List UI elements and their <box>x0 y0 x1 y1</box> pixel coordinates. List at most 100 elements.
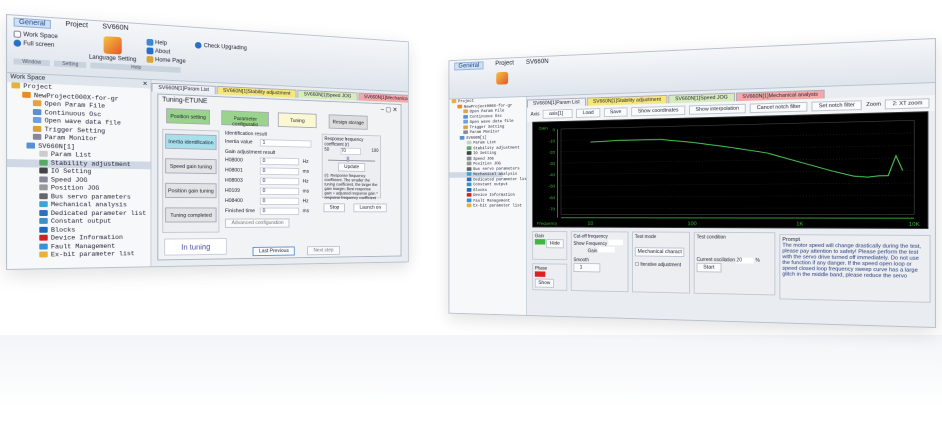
next-button[interactable]: Next step <box>307 245 340 256</box>
work-space-toggle[interactable]: Work Space <box>13 30 58 40</box>
gain-value[interactable]: 0 <box>259 156 300 165</box>
gain-value[interactable]: 0 <box>259 166 300 175</box>
tree-item-label: Ex-bit parameter list <box>50 250 135 259</box>
gridline <box>561 133 914 140</box>
tree-node-icon <box>39 201 48 208</box>
gain-color-select[interactable] <box>534 239 546 245</box>
test-mode-select[interactable]: Mechanical charact <box>634 247 685 257</box>
gain-value[interactable]: 0 <box>259 207 300 215</box>
tree-node-icon <box>466 187 472 192</box>
ribbon-tab-general[interactable]: General <box>454 61 484 71</box>
start-button[interactable]: Start <box>696 262 722 273</box>
inertia-input[interactable]: 1 <box>259 138 312 148</box>
info-icon <box>146 47 154 55</box>
document-tab[interactable]: SV660N[1]Speed JOG <box>297 89 358 101</box>
tree-item[interactable]: Mechanical analysis <box>7 201 150 210</box>
gain-name: H08001 <box>224 167 243 174</box>
mechanical-analysis-window: General Project SV660N Project NewProject… <box>448 38 936 328</box>
x-axis-label: Frequency <box>537 221 558 227</box>
help-label: Help <box>155 39 168 47</box>
gain-name: H08000 <box>224 157 243 163</box>
save-button[interactable]: Save <box>603 107 628 118</box>
show-coordinates-button[interactable]: Show coordinates <box>631 105 686 117</box>
tree-item-label: Mechanical analysis <box>473 171 518 177</box>
home-page-button[interactable]: Home Page <box>146 55 186 65</box>
tree-node-icon <box>466 156 472 161</box>
response-slider[interactable] <box>327 156 376 162</box>
response-note: (r): Response frequency coefficient. The… <box>324 172 378 201</box>
hide-gain-button[interactable]: Hide <box>546 239 564 249</box>
iterative-checkbox[interactable]: ☐ Iterative adjustment <box>635 262 687 268</box>
cutoff-gain-input[interactable] <box>598 246 615 253</box>
ribbon-tab-device[interactable]: SV660N <box>526 58 549 67</box>
advanced-config-button[interactable]: Advanced configuration <box>224 218 290 228</box>
tree-item-label: IO Setting <box>473 150 497 156</box>
tree-node-icon <box>26 142 36 149</box>
language-icon[interactable] <box>496 71 509 85</box>
gain-value[interactable]: 0 <box>259 187 300 195</box>
step-position-setting: Position setting <box>166 108 211 125</box>
gain-value[interactable]: 0 <box>259 197 300 205</box>
iterative-label: Iterative adjustment <box>640 262 681 269</box>
zoom-select[interactable]: 2: XT zoom <box>885 98 931 110</box>
smooth-spinner[interactable]: 1 <box>573 262 601 273</box>
phase-color-select[interactable] <box>534 271 546 277</box>
window-controls[interactable]: – ▢ ✕ <box>381 106 398 114</box>
check-icon <box>13 30 22 38</box>
ribbon-tab-general[interactable]: General <box>13 17 51 29</box>
gridline <box>561 195 914 197</box>
update-button[interactable]: Update <box>338 162 366 172</box>
launch-button[interactable]: Launch on <box>353 203 387 213</box>
load-button[interactable]: Load <box>576 108 600 118</box>
close-icon[interactable]: ✕ <box>143 81 148 87</box>
about-button[interactable]: About <box>146 47 185 56</box>
work-space-label: Work Space <box>23 31 58 40</box>
gain-unit: ms <box>302 168 310 175</box>
check-upgrade-button[interactable]: Check Upgrading <box>195 41 247 52</box>
show-cutoff-checkbox[interactable]: Show <box>573 241 584 247</box>
ribbon-tab-device[interactable]: SV660N <box>102 23 128 33</box>
x-tick-label: 10K <box>909 222 920 228</box>
set-notch-button[interactable]: Set notch filter <box>811 100 863 112</box>
tree-node-icon <box>451 99 457 104</box>
help-button[interactable]: Help <box>146 38 185 48</box>
current-osc-input[interactable]: 20 <box>736 257 755 264</box>
ribbon-tab-project[interactable]: Project <box>65 21 88 31</box>
frequency-input[interactable] <box>608 239 623 246</box>
tree-item-label: Open wave data file <box>469 118 514 125</box>
tree-node-icon <box>39 218 48 225</box>
slider-min: 50 <box>324 147 330 153</box>
step-resign-storage: Resign storage <box>328 114 368 130</box>
language-setting-button[interactable]: Language Setting <box>89 35 136 63</box>
tree-item-label: IO Setting <box>50 167 92 176</box>
prompt-text: The motor speed will change drastically … <box>782 242 922 280</box>
dialog-title: Tuning-ETUNE <box>162 96 208 106</box>
home-icon <box>146 55 154 63</box>
show-phase-button[interactable]: Show <box>534 278 554 288</box>
show-interpolation-button[interactable]: Show interpolation <box>688 103 746 115</box>
previous-button[interactable]: Last Previous <box>252 246 296 257</box>
tree-node-icon <box>39 167 48 174</box>
tuning-status: In tuning <box>164 238 227 256</box>
axis-label: Axis <box>530 111 540 118</box>
tree-item[interactable]: Ex-bit parameter list <box>7 250 150 260</box>
progress-steps: Inertia identification Speed gain tuning… <box>162 128 220 233</box>
ribbon-tab-project[interactable]: Project <box>495 60 514 69</box>
zoom-label: Zoom <box>866 101 882 108</box>
full-screen-button[interactable]: Full screen <box>13 39 58 49</box>
tree-item[interactable]: Ex-bit parameter list <box>449 203 522 208</box>
tree-node-icon <box>39 243 48 250</box>
gain-row: Finished time 0 ms <box>225 206 318 216</box>
gain-value[interactable]: 0 <box>259 177 300 185</box>
tree-node-icon <box>39 234 48 241</box>
tree-node-icon <box>39 176 48 183</box>
step-parameter-config: Parameter configuratio <box>221 110 269 128</box>
cancel-notch-button[interactable]: Cancel notch filter <box>749 101 808 114</box>
tree-item-label: Param Monitor <box>44 134 98 143</box>
response-input[interactable]: 70 <box>340 147 361 156</box>
stop-button[interactable]: Stop <box>323 203 346 213</box>
document-tab[interactable]: SV660N[1]Param List <box>151 82 216 95</box>
axis-select[interactable]: axis[1] <box>543 108 573 119</box>
y-tick-label: -50 <box>549 184 556 190</box>
tree-item[interactable]: Dedicated parameter list <box>7 210 150 218</box>
